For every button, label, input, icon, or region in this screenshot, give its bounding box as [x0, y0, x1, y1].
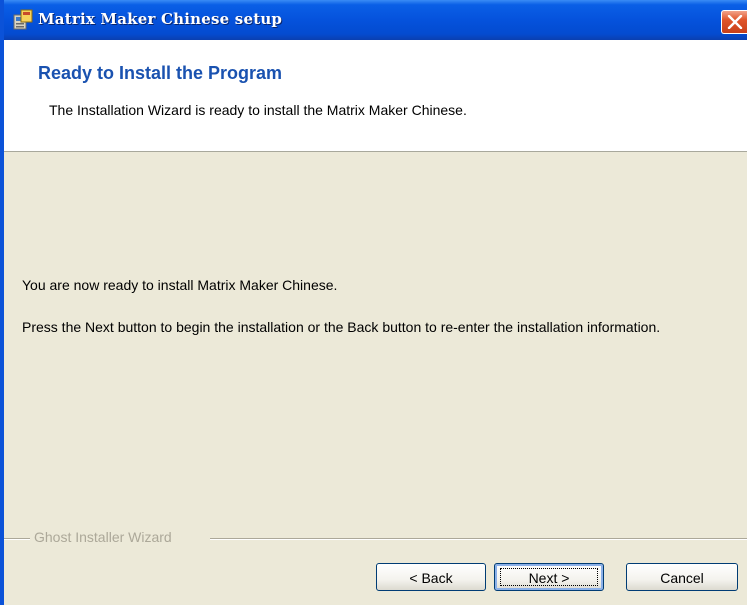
- page-subtitle: The Installation Wizard is ready to inst…: [49, 102, 467, 118]
- close-icon: [727, 15, 743, 29]
- installer-icon: [12, 9, 34, 31]
- header-panel: Ready to Install the Program The Install…: [4, 40, 747, 152]
- instructions-message: Press the Next button to begin the insta…: [22, 319, 661, 335]
- page-title: Ready to Install the Program: [38, 63, 283, 83]
- title-bar[interactable]: Matrix Maker Chinese setup: [4, 0, 747, 40]
- ready-message: You are now ready to install Matrix Make…: [22, 277, 338, 293]
- close-button[interactable]: [721, 10, 747, 34]
- cancel-button[interactable]: Cancel: [626, 563, 738, 591]
- separator-line-left: [4, 538, 30, 540]
- back-button[interactable]: < Back: [376, 563, 486, 591]
- focus-rect: [500, 568, 598, 586]
- separator-line-right: [210, 538, 747, 540]
- wizard-brand-label: Ghost Installer Wizard: [34, 529, 172, 545]
- setup-window: Matrix Maker Chinese setup Ready to Inst…: [0, 0, 747, 605]
- next-button[interactable]: Next >: [494, 563, 604, 591]
- window-title: Matrix Maker Chinese setup: [38, 10, 283, 28]
